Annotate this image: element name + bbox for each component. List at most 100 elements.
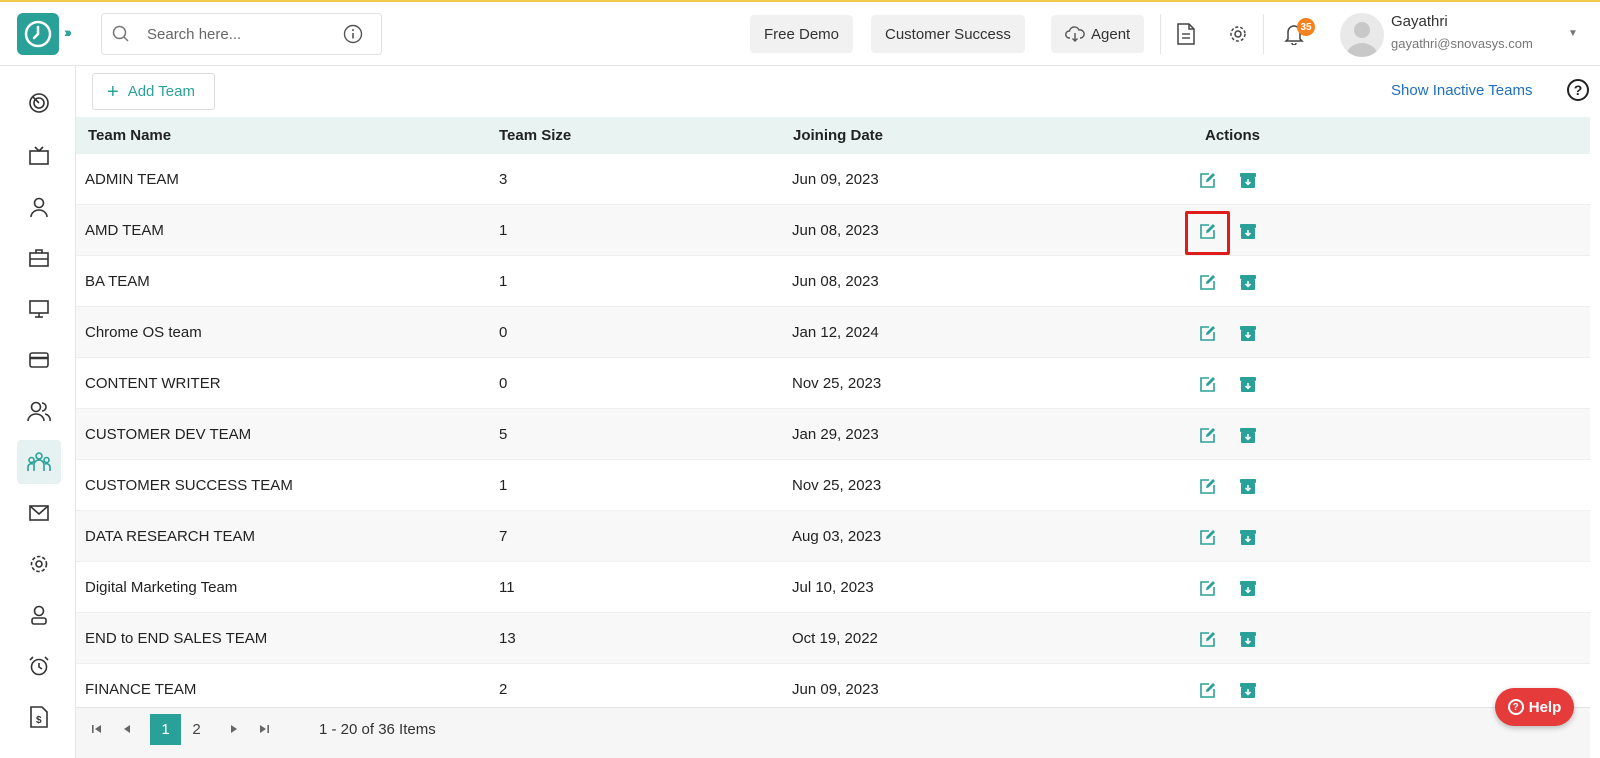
table-row: AMD TEAM 1 Jun 08, 2023: [76, 205, 1590, 256]
teams-table: Team Name Team Size Joining Date Actions…: [76, 117, 1590, 715]
edit-icon[interactable]: [1197, 323, 1217, 343]
show-inactive-teams-link[interactable]: Show Inactive Teams: [1391, 82, 1532, 99]
column-header-actions: Actions: [1205, 127, 1261, 144]
cell-joining-date: Aug 03, 2023: [792, 527, 882, 545]
edit-icon[interactable]: [1197, 425, 1217, 445]
table-row: BA TEAM 1 Jun 08, 2023: [76, 256, 1590, 307]
column-header-team-size[interactable]: Team Size: [499, 127, 571, 144]
edit-icon[interactable]: [1197, 476, 1217, 496]
cell-joining-date: Jan 12, 2024: [792, 323, 879, 341]
customer-success-button[interactable]: Customer Success: [871, 15, 1025, 53]
mail-icon[interactable]: [17, 491, 61, 535]
agent-button[interactable]: Agent: [1051, 15, 1145, 53]
cell-joining-date: Nov 25, 2023: [792, 374, 882, 392]
edit-icon[interactable]: [1197, 629, 1217, 649]
cell-team-size: 0: [499, 374, 508, 392]
briefcase-icon[interactable]: [17, 236, 61, 280]
cell-team-size: 13: [499, 629, 516, 647]
archive-icon[interactable]: [1239, 477, 1257, 495]
last-page-icon[interactable]: [259, 724, 269, 734]
invoice-icon[interactable]: $: [17, 695, 61, 739]
archive-icon[interactable]: [1239, 426, 1257, 444]
dashboard-icon[interactable]: [17, 81, 61, 125]
cell-team-size: 1: [499, 476, 508, 494]
plus-icon: +: [107, 80, 119, 103]
edit-icon[interactable]: [1197, 527, 1217, 547]
cell-joining-date: Jun 08, 2023: [792, 221, 879, 239]
cell-joining-date: Jun 09, 2023: [792, 170, 879, 188]
document-icon[interactable]: [1176, 22, 1196, 46]
info-icon[interactable]: [343, 24, 363, 44]
tv-icon[interactable]: [17, 134, 61, 178]
table-header: Team Name Team Size Joining Date Actions: [76, 117, 1590, 154]
cell-joining-date: Jul 10, 2023: [792, 578, 874, 596]
free-demo-label: Free Demo: [764, 25, 840, 43]
app-logo-icon[interactable]: [17, 13, 59, 55]
user-icon[interactable]: [17, 185, 61, 229]
cell-team-name: CUSTOMER SUCCESS TEAM: [85, 476, 293, 494]
teams-icon[interactable]: [17, 440, 61, 484]
cell-team-size: 11: [499, 578, 515, 596]
alarm-icon[interactable]: [17, 644, 61, 688]
cell-team-size: 3: [499, 170, 508, 188]
search-box: [101, 13, 382, 55]
cloud-download-icon: [1065, 26, 1085, 42]
users-icon[interactable]: [17, 389, 61, 433]
column-header-joining-date[interactable]: Joining Date: [793, 127, 883, 144]
table-body: ADMIN TEAM 3 Jun 09, 2023 AMD TEAM 1 Jun 08, …: [76, 154, 1590, 715]
cell-team-name: FINANCE TEAM: [85, 680, 197, 698]
user-email: gayathri@snovasys.com: [1391, 36, 1533, 51]
add-team-button[interactable]: + Add Team: [92, 73, 215, 110]
cell-team-name: CONTENT WRITER: [85, 374, 221, 392]
page-1-button[interactable]: 1: [150, 714, 181, 745]
page-2-button[interactable]: 2: [181, 714, 212, 745]
archive-icon[interactable]: [1239, 579, 1257, 597]
archive-icon[interactable]: [1239, 222, 1257, 240]
archive-icon[interactable]: [1239, 681, 1257, 699]
user-name: Gayathri: [1391, 13, 1448, 30]
card-icon[interactable]: [17, 338, 61, 382]
search-input[interactable]: [147, 25, 337, 43]
settings-icon[interactable]: [17, 542, 61, 586]
cell-team-size: 1: [499, 272, 508, 290]
archive-icon[interactable]: [1239, 630, 1257, 648]
edit-icon[interactable]: [1197, 221, 1217, 241]
cell-joining-date: Nov 25, 2023: [792, 476, 882, 494]
svg-text:$: $: [36, 715, 42, 726]
archive-icon[interactable]: [1239, 324, 1257, 342]
cell-team-name: END to END SALES TEAM: [85, 629, 268, 647]
cell-team-name: CUSTOMER DEV TEAM: [85, 425, 252, 443]
question-icon[interactable]: ?: [1567, 79, 1589, 101]
edit-icon[interactable]: [1197, 272, 1217, 292]
notification-badge: 35: [1297, 18, 1315, 36]
table-row: Digital Marketing Team 11 Jul 10, 2023: [76, 562, 1590, 613]
table-row: END to END SALES TEAM 13 Oct 19, 2022: [76, 613, 1590, 664]
sidebar: $: [0, 66, 76, 758]
edit-icon[interactable]: [1197, 680, 1217, 700]
archive-icon[interactable]: [1239, 171, 1257, 189]
cell-team-name: Chrome OS team: [85, 323, 202, 341]
edit-icon[interactable]: [1197, 170, 1217, 190]
expand-sidebar-icon[interactable]: ›››: [64, 24, 72, 40]
archive-icon[interactable]: [1239, 273, 1257, 291]
profile-icon[interactable]: [17, 593, 61, 637]
customer-success-label: Customer Success: [885, 25, 1011, 43]
monitor-icon[interactable]: [17, 287, 61, 331]
help-button[interactable]: ? Help: [1495, 688, 1574, 726]
edit-icon[interactable]: [1197, 578, 1217, 598]
pagination-info: 1 - 20 of 36 Items: [319, 721, 436, 738]
gear-icon[interactable]: [1228, 24, 1248, 44]
edit-icon[interactable]: [1197, 374, 1217, 394]
chevron-down-icon[interactable]: ▼: [1568, 28, 1578, 39]
next-page-icon[interactable]: [230, 724, 238, 734]
archive-icon[interactable]: [1239, 528, 1257, 546]
first-page-icon[interactable]: [92, 724, 102, 734]
cell-joining-date: Oct 19, 2022: [792, 629, 878, 647]
previous-page-icon[interactable]: [123, 724, 131, 734]
divider: [1160, 14, 1161, 54]
archive-icon[interactable]: [1239, 375, 1257, 393]
free-demo-button[interactable]: Free Demo: [750, 15, 854, 53]
avatar[interactable]: [1340, 13, 1384, 57]
column-header-team-name[interactable]: Team Name: [88, 127, 171, 144]
table-row: Chrome OS team 0 Jan 12, 2024: [76, 307, 1590, 358]
